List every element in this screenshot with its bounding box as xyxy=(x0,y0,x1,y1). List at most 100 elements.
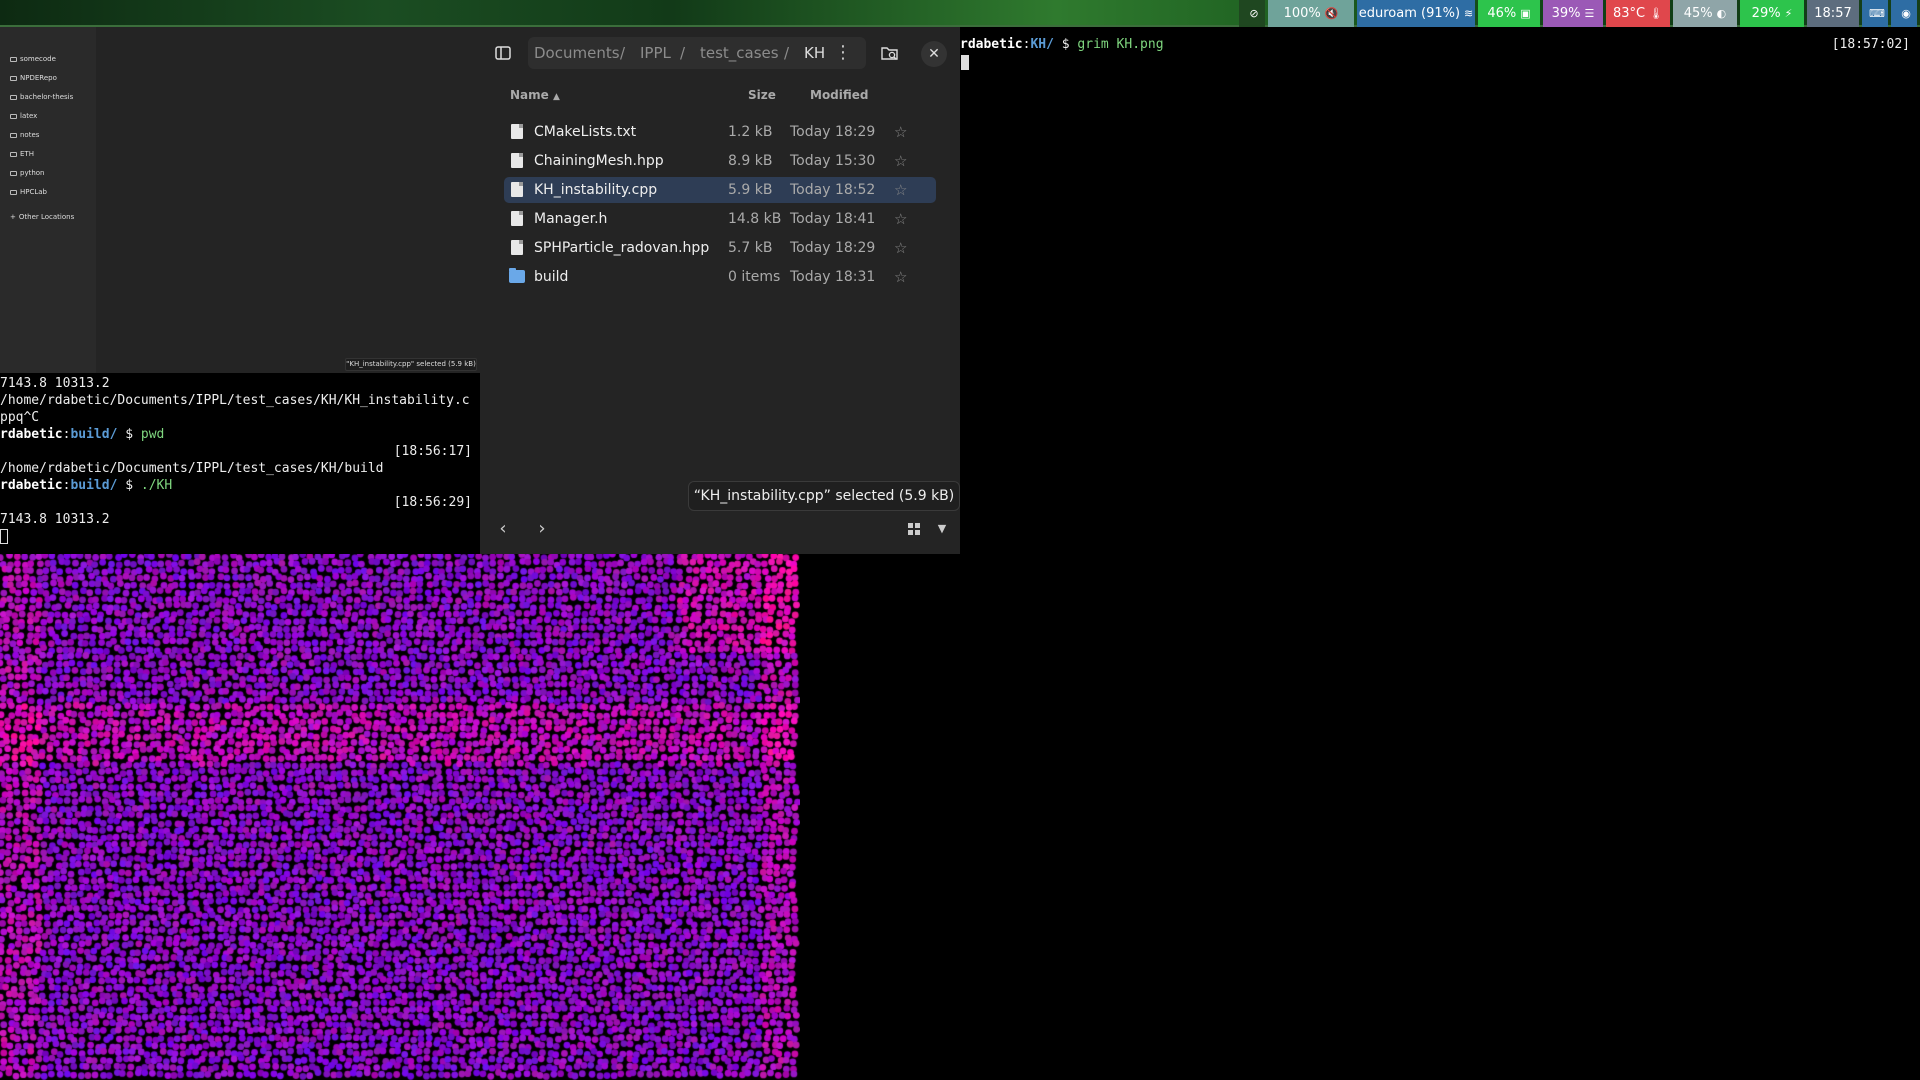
file-row[interactable]: Manager.h 14.8 kB Today 18:41 ☆ xyxy=(504,206,936,232)
breadcrumb: Documents / IPPL / test_cases / KH ⋮ xyxy=(528,37,866,69)
top-bar: ⊘ 100% 🔇 eduroam (91%) ≋ 46% ▣ 39% ☰ 83°C 🌡 45% ◐ 29%… xyxy=(0,0,1920,27)
terminal-cursor xyxy=(0,528,8,545)
status-clock[interactable]: 18:57 xyxy=(1807,0,1859,27)
sidebar-item[interactable]: somecode xyxy=(10,55,56,63)
column-header: Name ▲ Size Modified xyxy=(480,79,960,111)
sidebar-item[interactable]: ETH xyxy=(10,150,34,158)
terminal-line: ppq^C xyxy=(0,410,40,425)
breadcrumb-test-cases[interactable]: test_cases xyxy=(700,37,779,69)
folder-icon xyxy=(10,113,17,119)
view-options-button[interactable]: ▼ xyxy=(930,517,954,541)
sidebar-item[interactable]: bachelor-thesis xyxy=(10,93,73,101)
status-memory[interactable]: 39% ☰ xyxy=(1543,0,1603,27)
file-manager-window: Documents / IPPL / test_cases / KH ⋮ ✕ N… xyxy=(480,27,960,554)
column-size[interactable]: Size xyxy=(748,79,776,111)
folder-row[interactable]: build 0 items Today 18:31 ☆ xyxy=(504,264,936,290)
status-temperature[interactable]: 83°C 🌡 xyxy=(1606,0,1670,27)
file-row[interactable]: SPHParticle_radovan.hpp 5.7 kB Today 18:… xyxy=(504,235,936,261)
terminal-timestamp: [18:56:17] xyxy=(393,444,472,459)
half-circle-icon: ◐ xyxy=(1716,7,1727,20)
star-icon[interactable]: ☆ xyxy=(894,235,907,261)
breadcrumb-ippl[interactable]: IPPL xyxy=(640,37,671,69)
view-grid-button[interactable] xyxy=(902,517,926,541)
status-backlight[interactable]: 45% ◐ xyxy=(1673,0,1737,27)
star-icon[interactable]: ☆ xyxy=(894,177,907,203)
terminal-prompt: rdabetic:KH/ $ grim KH.png xyxy=(960,37,1164,52)
star-icon[interactable]: ☆ xyxy=(894,206,907,232)
folder-icon xyxy=(10,94,17,100)
file-chooser-content xyxy=(96,27,480,373)
star-icon[interactable]: ☆ xyxy=(894,119,907,145)
bars-icon: ☰ xyxy=(1584,7,1595,20)
sort-up-icon: ▲ xyxy=(552,92,560,102)
sidebar-item-other-locations[interactable]: + Other Locations xyxy=(10,213,74,221)
plug-icon: ⚡ xyxy=(1784,7,1793,20)
star-icon[interactable]: ☆ xyxy=(894,264,907,290)
terminal-line: 7143.8 10313.2 xyxy=(0,512,110,527)
file-row[interactable]: CMakeLists.txt 1.2 kB Today 18:29 ☆ xyxy=(504,119,936,145)
file-chooser-sidebar: somecode NPDERepo bachelor-thesis latex … xyxy=(0,27,96,373)
document-icon xyxy=(511,124,523,139)
terminal-line: /home/rdabetic/Documents/IPPL/test_cases… xyxy=(0,461,384,476)
close-button[interactable]: ✕ xyxy=(921,41,947,67)
sidebar-toggle-button[interactable] xyxy=(488,38,518,68)
folder-icon xyxy=(509,268,525,283)
status-discord[interactable]: ◉ xyxy=(1891,0,1917,27)
terminal-timestamp: [18:56:29] xyxy=(393,495,472,510)
file-manager-header: Documents / IPPL / test_cases / KH ⋮ ✕ xyxy=(480,27,960,79)
forward-button[interactable]: › xyxy=(530,517,554,541)
document-icon xyxy=(511,182,523,197)
terminal-right[interactable]: rdabetic:KH/ $ grim KH.png [18:57:02] xyxy=(960,27,1920,554)
new-folder-button[interactable] xyxy=(875,38,905,68)
terminal-left[interactable]: 7143.8 10313.2 /home/rdabetic/Documents/… xyxy=(0,373,480,554)
sidebar-item[interactable]: notes xyxy=(10,131,39,139)
grid-icon xyxy=(908,523,920,535)
back-button[interactable]: ‹ xyxy=(491,517,515,541)
status-cpu[interactable]: 46% ▣ xyxy=(1478,0,1540,27)
folder-icon xyxy=(10,151,17,157)
status-keyboard[interactable]: ⌨ xyxy=(1862,0,1888,27)
document-icon xyxy=(511,211,523,226)
document-icon xyxy=(511,153,523,168)
folder-icon xyxy=(10,56,17,62)
breadcrumb-kh[interactable]: KH xyxy=(804,37,825,69)
folder-icon xyxy=(10,75,17,81)
status-volume[interactable]: 100% 🔇 xyxy=(1268,0,1354,27)
chevron-left-icon: ‹ xyxy=(499,518,507,539)
star-icon[interactable]: ☆ xyxy=(894,148,907,174)
sidebar-toggle-icon xyxy=(495,46,511,60)
column-name[interactable]: Name ▲ xyxy=(510,79,560,113)
sidebar-item[interactable]: HPCLab xyxy=(10,188,47,196)
sidebar-item[interactable]: latex xyxy=(10,112,37,120)
close-icon: ✕ xyxy=(928,46,940,62)
thermo-icon: 🌡 xyxy=(1649,7,1664,20)
file-row-selected[interactable]: KH_instability.cpp 5.9 kB Today 18:52 ☆ xyxy=(504,177,936,203)
breadcrumb-separator: / xyxy=(784,44,790,62)
status-battery[interactable]: 29% ⚡ xyxy=(1740,0,1804,27)
mute-mic-icon: 🔇 xyxy=(1324,7,1339,20)
file-row[interactable]: ChainingMesh.hpp 8.9 kB Today 15:30 ☆ xyxy=(504,148,936,174)
selection-status-toast: “KH_instability.cpp” selected (5.9 kB) xyxy=(688,481,960,511)
keyboard-icon: ⌨ xyxy=(1869,7,1885,20)
chevron-down-icon: ▼ xyxy=(937,522,947,535)
status-network[interactable]: eduroam (91%) ≋ xyxy=(1357,0,1475,27)
plus-icon: + xyxy=(10,213,16,221)
terminal-prompt: rdabetic:build/ $ pwd xyxy=(0,427,165,442)
terminal-timestamp: [18:57:02] xyxy=(1831,37,1910,52)
document-icon xyxy=(511,240,523,255)
sidebar-item[interactable]: NPDERepo xyxy=(10,74,57,82)
folder-icon xyxy=(10,170,17,176)
more-options-button[interactable]: ⋮ xyxy=(828,38,858,68)
folder-search-icon xyxy=(881,47,898,60)
wifi-icon: ≋ xyxy=(1464,7,1474,20)
status-privacy-icon[interactable]: ⊘ xyxy=(1239,0,1265,27)
chevron-right-icon: › xyxy=(538,518,546,539)
terminal-prompt: rdabetic:build/ $ ./KH xyxy=(0,478,173,493)
chip-icon: ▣ xyxy=(1520,7,1531,20)
breadcrumb-separator: / xyxy=(680,44,686,62)
breadcrumb-documents[interactable]: Documents xyxy=(534,37,620,69)
discord-icon: ◉ xyxy=(1901,7,1911,20)
sidebar-item[interactable]: python xyxy=(10,169,45,177)
column-modified[interactable]: Modified xyxy=(810,79,869,111)
breadcrumb-separator: / xyxy=(620,44,626,62)
